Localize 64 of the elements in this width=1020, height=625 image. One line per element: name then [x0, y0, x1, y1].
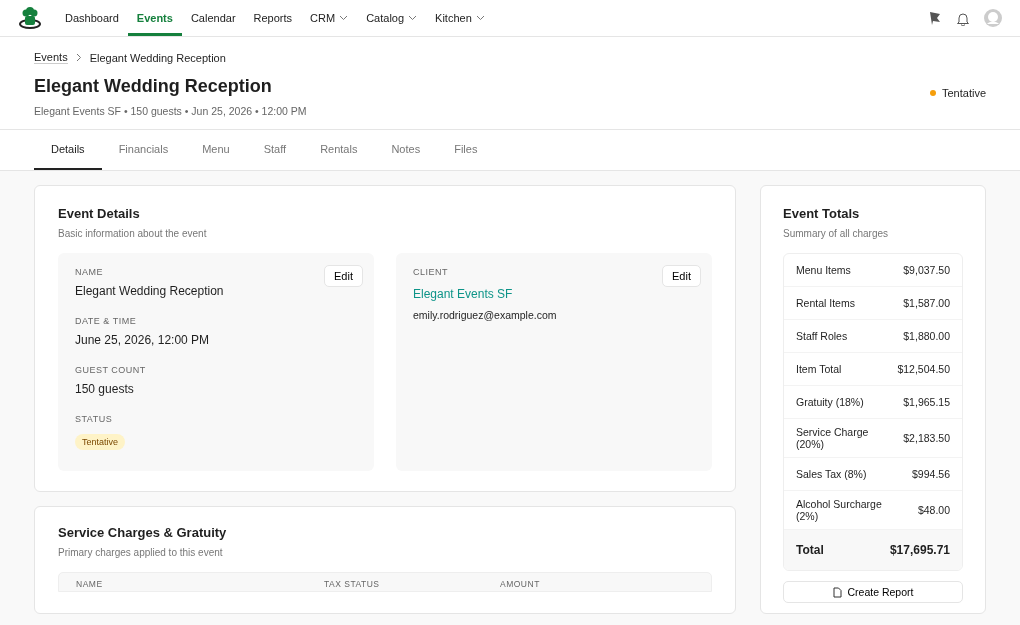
nav-item[interactable]: Catalog: [357, 0, 427, 36]
column-header: TAX STATUS: [324, 579, 381, 589]
page-subtitle: Elegant Events SF • 150 guests • Jun 25, 2026 • 12:00 PM: [34, 105, 307, 117]
card-subtitle: Summary of all charges: [783, 228, 890, 239]
tab[interactable]: Details: [34, 130, 102, 170]
page-title: Elegant Wedding Reception: [34, 76, 273, 97]
status-badge: Tentative: [75, 434, 126, 450]
card-title: Service Charges & Gratuity: [58, 525, 228, 540]
nav-item[interactable]: Dashboard: [56, 0, 128, 36]
total-amount: $12,504.50: [897, 363, 950, 375]
total-label: Service Charge (20%): [796, 426, 870, 450]
field-label: DATE & TIME: [75, 316, 137, 326]
bell-icon[interactable]: [956, 10, 970, 26]
total-label: Sales Tax (8%): [796, 468, 867, 480]
total-label: Item Total: [796, 363, 842, 375]
tab[interactable]: Menu: [185, 130, 247, 170]
card-title: Event Totals: [783, 206, 861, 221]
total-label: Menu Items: [796, 264, 851, 276]
total-label: Gratuity (18%): [796, 396, 864, 408]
client-link[interactable]: Elegant Events SF: [413, 287, 513, 301]
create-report-button[interactable]: Create Report: [783, 581, 963, 603]
total-label: Alcohol Surcharge (2%): [796, 498, 883, 522]
card-title: Event Details: [58, 206, 141, 221]
column-header: AMOUNT: [500, 579, 540, 589]
tab[interactable]: Staff: [246, 130, 304, 170]
field-label: CLIENT: [413, 267, 448, 277]
edit-button[interactable]: Edit: [662, 265, 701, 287]
total-label: Total: [796, 543, 824, 557]
logo-icon[interactable]: [18, 6, 42, 30]
column-header: NAME: [76, 579, 104, 589]
breadcrumb-current: Elegant Wedding Reception: [89, 51, 226, 64]
breadcrumb-link[interactable]: Events: [34, 51, 68, 64]
field-value: June 25, 2026, 12:00 PM: [75, 333, 211, 347]
field-label: GUEST COUNT: [75, 365, 146, 375]
field-label: STATUS: [75, 414, 113, 424]
field-value: 150 guests: [75, 382, 135, 396]
total-amount: $1,965.15: [903, 396, 950, 408]
flag-icon[interactable]: [928, 10, 942, 26]
chevron-right-icon: [75, 53, 82, 62]
total-amount: $9,037.50: [903, 264, 950, 276]
card-subtitle: Primary charges applied to this event: [58, 547, 224, 558]
nav-item[interactable]: CRM: [301, 0, 358, 36]
total-amount: $2,183.50: [903, 432, 950, 444]
edit-button[interactable]: Edit: [324, 265, 363, 287]
document-icon: [832, 586, 842, 598]
client-email: emily.rodriguez@example.com: [413, 309, 558, 321]
nav-item[interactable]: Calendar: [181, 0, 245, 36]
total-label: Staff Roles: [796, 330, 848, 342]
status-label: Tentative: [941, 87, 986, 99]
total-amount: $1,587.00: [903, 297, 950, 309]
tab[interactable]: Financials: [101, 130, 186, 170]
total-amount: $1,880.00: [903, 330, 950, 342]
card-subtitle: Basic information about the event: [58, 228, 208, 239]
tab[interactable]: Notes: [374, 130, 438, 170]
total-amount: $17,695.71: [889, 543, 950, 557]
total-label: Rental Items: [796, 297, 855, 309]
tab[interactable]: Rentals: [303, 130, 375, 170]
field-value: Elegant Wedding Reception: [75, 284, 225, 298]
nav-item[interactable]: Reports: [244, 0, 302, 36]
field-label: NAME: [75, 267, 103, 277]
total-amount: $48.00: [917, 504, 950, 516]
nav-item[interactable]: Kitchen: [426, 0, 494, 36]
total-amount: $994.56: [912, 468, 950, 480]
tab[interactable]: Files: [437, 130, 495, 170]
